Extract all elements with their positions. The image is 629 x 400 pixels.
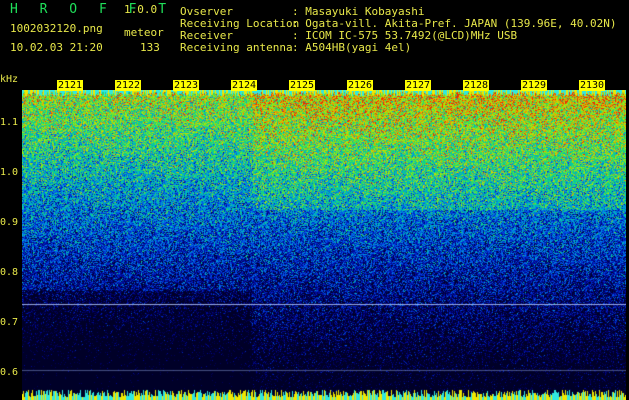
- axis-overlay: kHz 1.1 1.0 0.9 0.8 0.7 0.6 2121 2122 2123 2124 2…: [0, 0, 629, 400]
- y-tick-label: 1.1: [0, 117, 19, 128]
- y-tick-label: 0.8: [0, 267, 19, 278]
- y-tick-label: 0.7: [0, 317, 19, 328]
- y-tick-label: 0.6: [0, 367, 19, 378]
- x-tick-label: 2121: [57, 80, 84, 91]
- y-unit-label: kHz: [0, 74, 19, 85]
- hroff-window: { "app": { "title": "H R O F F T", "vers…: [0, 0, 629, 400]
- y-tick-label: 1.0: [0, 167, 19, 178]
- x-tick-label: 2129: [521, 80, 548, 91]
- x-tick-label: 2123: [173, 80, 200, 91]
- x-tick-label: 2130: [579, 80, 606, 91]
- x-tick-label: 2127: [405, 80, 432, 91]
- x-tick-label: 2125: [289, 80, 316, 91]
- x-tick-label: 2122: [115, 80, 142, 91]
- x-tick-label: 2124: [231, 80, 258, 91]
- x-tick-label: 2128: [463, 80, 490, 91]
- x-tick-label: 2126: [347, 80, 374, 91]
- y-tick-label: 0.9: [0, 217, 19, 228]
